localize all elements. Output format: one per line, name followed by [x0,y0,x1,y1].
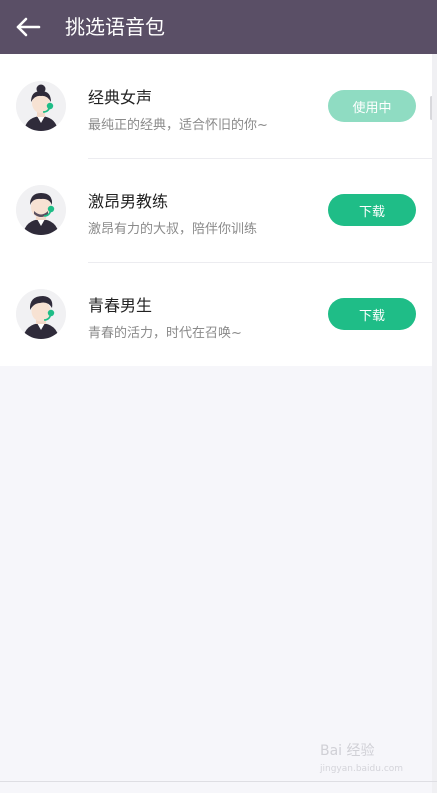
voice-item-coach-male[interactable]: 激昂男教练 激昂有力的大叔，陪伴你训练 下载 [0,158,432,262]
in-use-button[interactable]: 使用中 [328,90,416,122]
male-coach-avatar-icon [16,185,66,235]
female-avatar-icon [16,81,66,131]
voice-name: 青春男生 [88,296,153,315]
voice-item-classic-female[interactable]: 经典女声 最纯正的经典，适合怀旧的你~ 使用中 [0,54,432,158]
baidu-watermark: Bai 经验 jingyan.baidu.com [320,742,420,778]
watermark-text: Bai 经验 [320,743,375,759]
download-button[interactable]: 下载 [328,194,416,226]
voice-name: 经典女声 [88,88,153,107]
voice-description: 最纯正的经典，适合怀旧的你~ [88,118,268,133]
right-edge [432,54,437,793]
page-title: 挑选语音包 [65,15,165,39]
back-button[interactable] [10,9,46,45]
voice-description: 青春的活力，时代在召唤~ [88,326,242,341]
app-header: 挑选语音包 [0,0,437,54]
voice-description: 激昂有力的大叔，陪伴你训练 [88,222,258,237]
bottom-divider [0,781,437,782]
arrow-left-icon [16,17,41,37]
download-button[interactable]: 下载 [328,298,416,330]
voice-name: 激昂男教练 [88,192,169,211]
young-male-avatar-icon [16,289,66,339]
voice-pack-list: 经典女声 最纯正的经典，适合怀旧的你~ 使用中 激昂男教练 激昂有力的大叔，陪伴… [0,54,432,366]
watermark-sub: jingyan.baidu.com [320,764,404,774]
voice-item-young-male[interactable]: 青春男生 青春的活力，时代在召唤~ 下载 [0,262,432,366]
